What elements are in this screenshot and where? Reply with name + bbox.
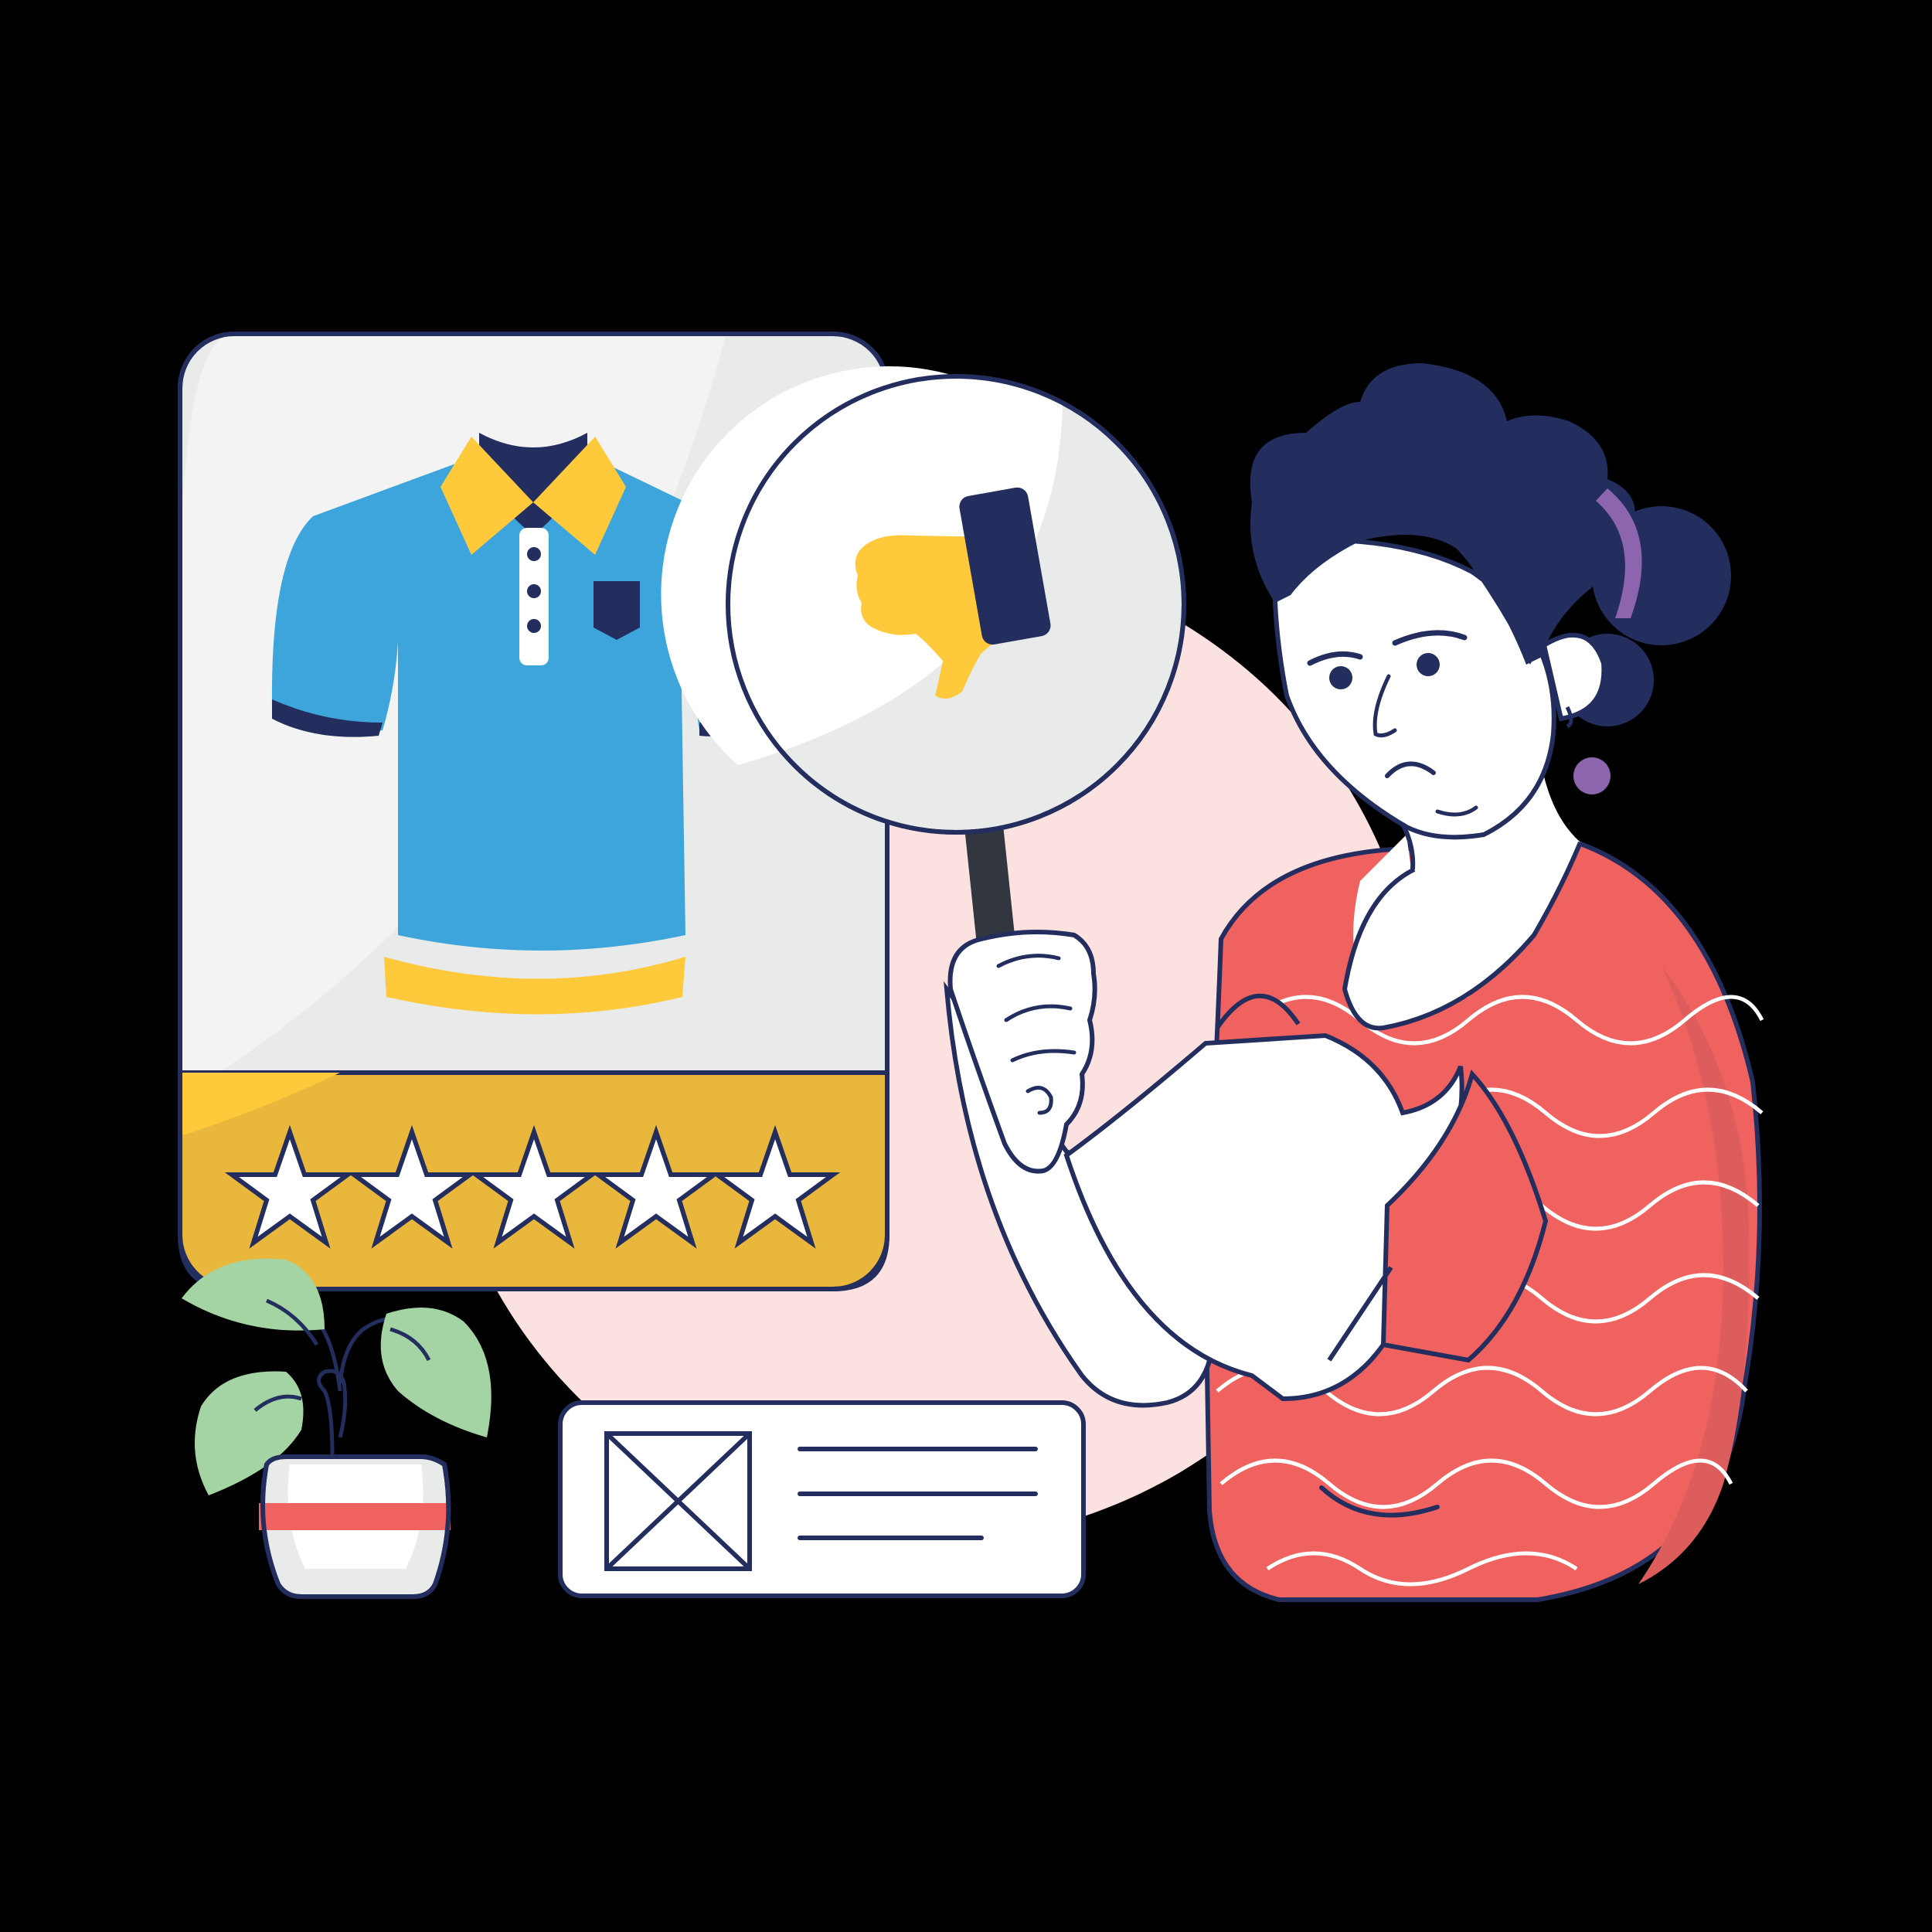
- earring: [1573, 757, 1611, 794]
- scene-illustration: [0, 0, 1932, 1932]
- review-card[interactable]: [558, 1400, 1086, 1598]
- pot-stripe: [259, 1503, 451, 1530]
- eye-right: [1417, 653, 1440, 676]
- eye-left: [1329, 666, 1352, 689]
